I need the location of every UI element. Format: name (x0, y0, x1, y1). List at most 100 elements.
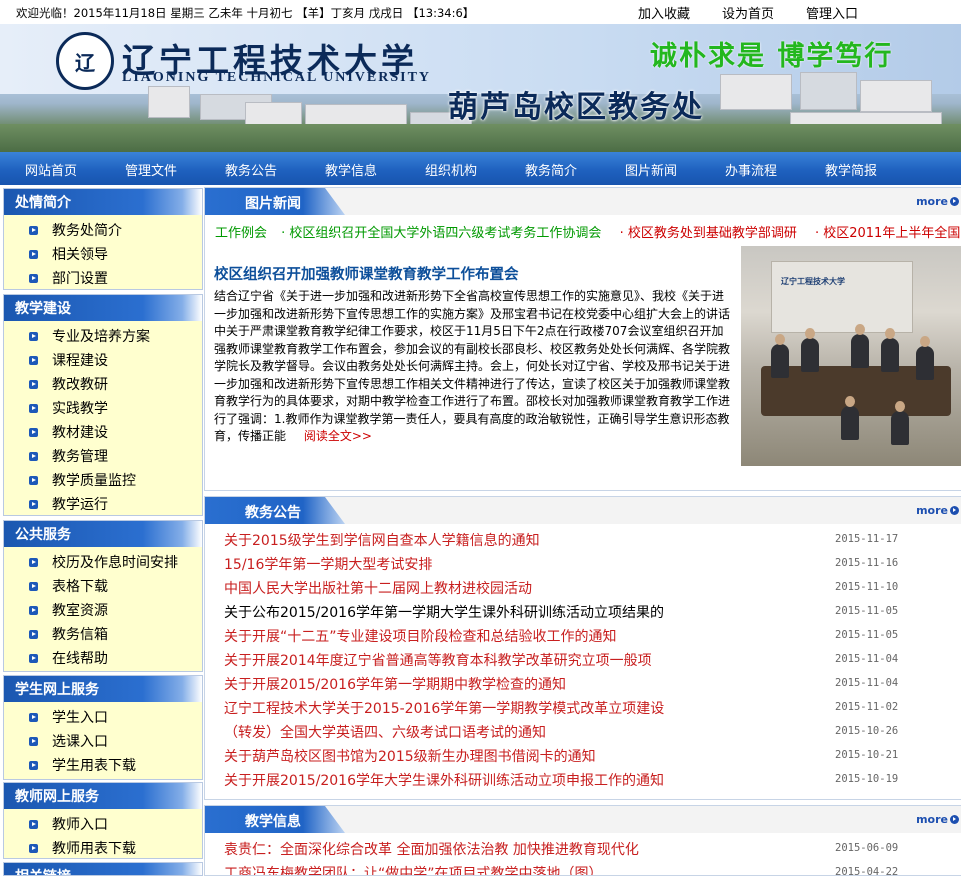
sidebar-item-majors[interactable]: 专业及培养方案 (4, 325, 202, 349)
notice-date: 2015-11-02 (835, 701, 899, 713)
sidebar-item-courses[interactable]: 课程建设 (4, 349, 202, 373)
sidebar-item-operation[interactable]: 教学运行 (4, 493, 202, 517)
sidebar-item-leaders[interactable]: 相关领导 (4, 243, 202, 267)
nav-teaching-bulletin[interactable]: 教学简报 (825, 160, 877, 179)
sidebar-group-teacher-services: 教师网上服务 教师入口 教师用表下载 (3, 782, 203, 859)
notice-date: 2015-10-21 (835, 749, 899, 761)
marquee-item[interactable]: · 校区组织召开全国大学外语四六级考试考务工作协调会 (281, 226, 601, 241)
arrow-bullet-icon (29, 428, 38, 437)
nav-management-files[interactable]: 管理文件 (125, 160, 177, 179)
sidebar-item-course-selection[interactable]: 选课入口 (4, 730, 202, 754)
notice-list: 关于2015级学生到学信网自查本人学籍信息的通知 2015-11-17 15/16… (205, 527, 961, 791)
arrow-bullet-icon (29, 737, 38, 746)
more-link[interactable]: more (916, 813, 959, 826)
nav-picture-news[interactable]: 图片新闻 (625, 160, 677, 179)
info-link[interactable]: 袁贵仁：全面深化综合改革 全面加强依法治教 加快推进教育现代化 (224, 839, 639, 859)
info-date: 2015-06-09 (835, 842, 899, 854)
panel-header: 教务公告 more (205, 497, 961, 524)
marquee-item[interactable]: · 校区教务处到基础教学部调研 (620, 226, 797, 241)
sidebar-item-textbooks[interactable]: 教材建设 (4, 421, 202, 445)
list-item: 辽宁工程技术大学关于2015-2016学年第一学期教学模式改革立项建设 2015-… (205, 695, 961, 719)
sidebar-group-title: 相关链接 (4, 863, 202, 875)
list-item: 关于2015级学生到学信网自查本人学籍信息的通知 2015-11-17 (205, 527, 961, 551)
arrow-bullet-icon (29, 476, 38, 485)
notice-date: 2015-11-05 (835, 629, 899, 641)
campus-office-title: 葫芦岛校区教务处 (448, 90, 704, 125)
admin-login-link[interactable]: 管理入口 (806, 3, 858, 22)
nav-procedures[interactable]: 办事流程 (725, 160, 777, 179)
info-link[interactable]: 工商冯东梅教学团队：让“做中学”在项目式教学中落地（图） (224, 863, 603, 875)
top-bar: 欢迎光临！2015年11月18日 星期三 乙未年 十月初七 【羊】丁亥月 戊戌日… (0, 0, 961, 24)
arrow-bullet-icon (29, 630, 38, 639)
notice-date: 2015-11-17 (835, 533, 899, 545)
notice-link[interactable]: 关于葫芦岛校区图书馆为2015级新生办理图书借阅卡的通知 (224, 746, 596, 766)
list-item: 关于公布2015/2016学年第一学期大学生课外科研训练活动立项结果的 2015-… (205, 599, 961, 623)
set-homepage-link[interactable]: 设为首页 (722, 3, 774, 22)
arrow-bullet-icon (29, 500, 38, 509)
panel-title: 教学信息 (245, 814, 301, 830)
sidebar-item-teacher-forms[interactable]: 教师用表下载 (4, 837, 202, 861)
notice-link[interactable]: 关于2015级学生到学信网自查本人学籍信息的通知 (224, 530, 540, 550)
notice-link[interactable]: 关于开展“十二五”专业建设项目阶段检查和总结验收工作的通知 (224, 626, 617, 646)
panel-title: 教务公告 (245, 505, 301, 521)
more-arrow-icon (950, 197, 959, 206)
university-logo: 辽 (56, 32, 114, 90)
read-more-link[interactable]: 阅读全文>> (304, 429, 372, 443)
main-nav: 网站首页 管理文件 教务公告 教学信息 组织机构 教务简介 图片新闻 办事流程 … (0, 152, 961, 185)
marquee-item[interactable]: · 校区2011年上半年全国 (815, 226, 960, 241)
notice-link[interactable]: 辽宁工程技术大学关于2015-2016学年第一学期教学模式改革立项建设 (224, 698, 664, 718)
header-banner: 辽 辽宁工程技术大学 LIAONING TECHNICAL UNIVERSITY… (0, 24, 961, 152)
sidebar-item-student-login[interactable]: 学生入口 (4, 706, 202, 730)
nav-office-intro[interactable]: 教务简介 (525, 160, 577, 179)
notice-link[interactable]: （转发）全国大学英语四、六级考试口语考试的通知 (224, 722, 546, 742)
more-arrow-icon (950, 506, 959, 515)
featured-news-title[interactable]: 校区组织召开加强教师课堂教育教学工作布置会 (214, 263, 519, 284)
notice-link[interactable]: 关于公布2015/2016学年第一学期大学生课外科研训练活动立项结果的 (224, 602, 664, 622)
arrow-bullet-icon (29, 274, 38, 283)
more-link[interactable]: more (916, 504, 959, 517)
notice-link[interactable]: 15/16学年第一学期大型考试安排 (224, 554, 432, 574)
more-link[interactable]: more (916, 195, 959, 208)
nav-teaching-info[interactable]: 教学信息 (325, 160, 377, 179)
featured-news-photo[interactable]: 辽宁工程技术大学 (741, 246, 961, 466)
notice-link[interactable]: 关于开展2015/2016学年第一学期期中教学检查的通知 (224, 674, 566, 694)
sidebar-item-calendar[interactable]: 校历及作息时间安排 (4, 551, 202, 575)
panel-title: 图片新闻 (245, 196, 301, 212)
notice-link[interactable]: 关于开展2014年度辽宁省普通高等教育本科教学改革研究立项一般项 (224, 650, 652, 670)
picture-news-panel: 图片新闻 more 工作例会 · 校区组织召开全国大学外语四六级考试考务工作协调… (204, 187, 961, 491)
marquee-item[interactable]: 工作例会 (215, 226, 267, 241)
sidebar-item-practice[interactable]: 实践教学 (4, 397, 202, 421)
nav-academic-notices[interactable]: 教务公告 (225, 160, 277, 179)
sidebar-item-office-intro[interactable]: 教务处简介 (4, 219, 202, 243)
arrow-bullet-icon (29, 844, 38, 853)
academic-notices-panel: 教务公告 more 关于2015级学生到学信网自查本人学籍信息的通知 2015-1… (204, 496, 961, 800)
news-marquee: 工作例会 · 校区组织召开全国大学外语四六级考试考务工作协调会 · 校区教务处到… (215, 222, 960, 241)
photo-wall-caption: 辽宁工程技术大学 (781, 277, 845, 286)
list-item: 关于开展2015/2016学年大学生课外科研训练活动立项申报工作的通知 2015-… (205, 767, 961, 791)
add-favorite-link[interactable]: 加入收藏 (638, 3, 690, 22)
sidebar-group-office-intro: 处情简介 教务处简介 相关领导 部门设置 (3, 188, 203, 290)
nav-organization[interactable]: 组织机构 (425, 160, 477, 179)
list-item: 关于开展2015/2016学年第一学期期中教学检查的通知 2015-11-04 (205, 671, 961, 695)
notice-link[interactable]: 中国人民大学出版社第十二届网上教材进校园活动 (224, 578, 532, 598)
sidebar-group-title: 教学建设 (4, 295, 202, 321)
sidebar-group-teaching-construction: 教学建设 专业及培养方案 课程建设 教改教研 实践教学 教材建设 教务管理 教学… (3, 294, 203, 516)
sidebar-item-classrooms[interactable]: 教室资源 (4, 599, 202, 623)
notice-link[interactable]: 关于开展2015/2016学年大学生课外科研训练活动立项申报工作的通知 (224, 770, 664, 790)
notice-date: 2015-11-16 (835, 557, 899, 569)
arrow-bullet-icon (29, 332, 38, 341)
sidebar-item-departments[interactable]: 部门设置 (4, 267, 202, 291)
sidebar-group-title: 教师网上服务 (4, 783, 202, 809)
sidebar-item-help[interactable]: 在线帮助 (4, 647, 202, 671)
welcome-date-text: 欢迎光临！2015年11月18日 星期三 乙未年 十月初七 【羊】丁亥月 戊戌日… (16, 6, 475, 20)
sidebar-item-teacher-login[interactable]: 教师入口 (4, 813, 202, 837)
sidebar-item-mailbox[interactable]: 教务信箱 (4, 623, 202, 647)
sidebar-item-academic-admin[interactable]: 教务管理 (4, 445, 202, 469)
nav-home[interactable]: 网站首页 (25, 160, 77, 179)
list-item: 关于开展“十二五”专业建设项目阶段检查和总结验收工作的通知 2015-11-05 (205, 623, 961, 647)
sidebar-item-student-forms[interactable]: 学生用表下载 (4, 754, 202, 778)
sidebar-item-quality[interactable]: 教学质量监控 (4, 469, 202, 493)
sidebar-item-forms[interactable]: 表格下载 (4, 575, 202, 599)
sidebar-item-reform[interactable]: 教改教研 (4, 373, 202, 397)
sidebar-group-title: 公共服务 (4, 521, 202, 547)
